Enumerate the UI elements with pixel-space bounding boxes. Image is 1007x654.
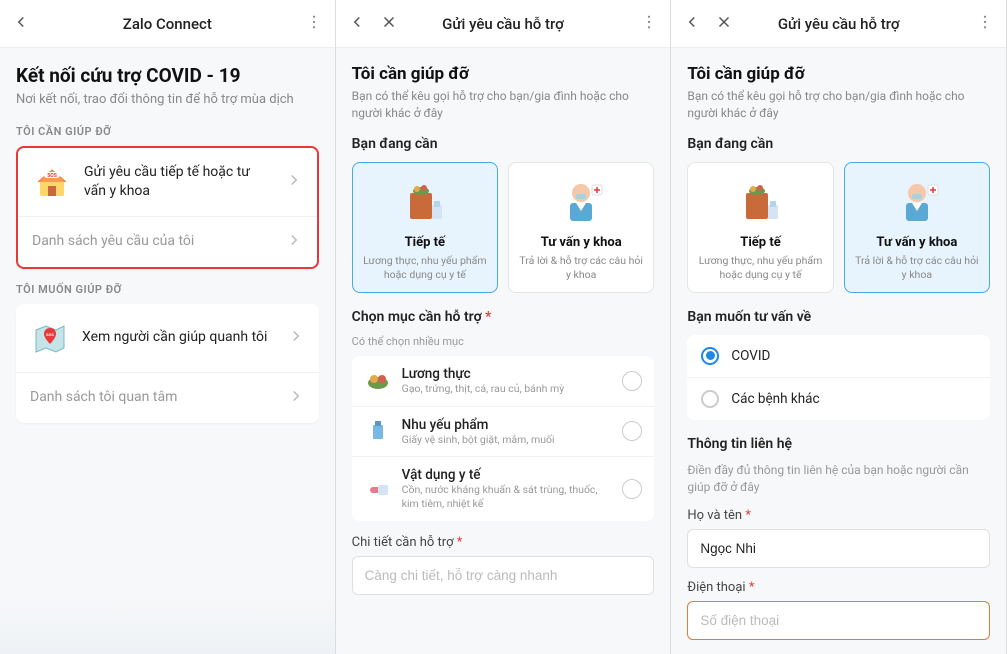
- food-icon: [364, 367, 392, 395]
- contact-label: Thông tin liên hệ: [687, 436, 990, 452]
- item-food[interactable]: Lương thực Gạo, trứng, thịt, cá, rau củ,…: [352, 356, 655, 407]
- checkbox-icon[interactable]: [622, 371, 642, 391]
- item-medical[interactable]: Vật dụng y tế Cồn, nước kháng khuẩn & sá…: [352, 457, 655, 520]
- content: Tôi cần giúp đỡ Bạn có thể kêu gọi hỗ tr…: [336, 48, 671, 654]
- screen-request-medical: Gửi yêu cầu hỗ trợ Tôi cần giúp đỡ Bạn c…: [671, 0, 1007, 654]
- name-label: Họ và tên *: [687, 508, 990, 523]
- topbar-title: Zalo Connect: [60, 15, 275, 33]
- medical-icon: [364, 475, 392, 503]
- radio-icon: [701, 347, 719, 365]
- svg-text:SOS: SOS: [46, 332, 54, 337]
- option-title: Tiếp tế: [361, 235, 489, 250]
- checkbox-icon[interactable]: [622, 421, 642, 441]
- select-label: Chọn mục cần hỗ trợ *: [352, 309, 655, 325]
- need-options: Tiếp tế Lương thực, nhu yếu phẩm hoặc dụ…: [687, 162, 990, 293]
- topbar: Zalo Connect: [0, 0, 335, 48]
- back-icon[interactable]: [12, 13, 30, 35]
- phone-label: Điện thoại *: [687, 580, 990, 595]
- option-title: Tư vấn y khoa: [517, 235, 645, 250]
- page-heading: Kết nối cứu trợ COVID - 19: [16, 64, 319, 87]
- need-label: Bạn đang cần: [352, 136, 655, 152]
- essentials-icon: [364, 417, 392, 445]
- row-text: Danh sách tôi quan tâm: [30, 388, 275, 408]
- need-label: Bạn đang cần: [687, 136, 990, 152]
- city-illustration: [0, 594, 335, 654]
- content: Kết nối cứu trợ COVID - 19 Nơi kết nối, …: [0, 48, 335, 594]
- option-title: Tiếp tế: [696, 235, 824, 250]
- sos-house-icon: SOS: [32, 162, 72, 202]
- row-text: Danh sách yêu cầu của tôi: [32, 232, 273, 252]
- supply-bag-icon: [400, 177, 450, 227]
- doctor-icon: [556, 177, 606, 227]
- select-sub: Có thể chọn nhiều mục: [352, 335, 655, 348]
- consult-label: Bạn muốn tư vấn về: [687, 309, 990, 325]
- radio-icon: [701, 390, 719, 408]
- need-options: Tiếp tế Lương thực, nhu yếu phẩm hoặc dụ…: [352, 162, 655, 293]
- contact-sub: Điền đầy đủ thông tin liên hệ của bạn ho…: [687, 462, 990, 496]
- map-sos-icon: SOS: [30, 318, 70, 358]
- item-desc: Cồn, nước kháng khuẩn & sát trùng, thuốc…: [402, 483, 613, 510]
- item-desc: Giấy vệ sinh, bột giặt, mắm, muối: [402, 433, 613, 447]
- send-request-row[interactable]: SOS Gửi yêu cầu tiếp tế hoặc tư vấn y kh…: [18, 148, 317, 217]
- more-icon[interactable]: [305, 13, 323, 35]
- radio-label: COVID: [731, 348, 770, 364]
- option-desc: Lương thực, nhu yếu phẩm hoặc dụng cụ y …: [696, 254, 824, 282]
- my-interest-row[interactable]: Danh sách tôi quan tâm: [16, 373, 319, 423]
- name-input[interactable]: [687, 529, 990, 568]
- screen-request-supply: Gửi yêu cầu hỗ trợ Tôi cần giúp đỡ Bạn c…: [336, 0, 672, 654]
- chevron-right-icon: [287, 387, 305, 409]
- option-medical[interactable]: Tư vấn y khoa Trả lời & hỗ trợ các câu h…: [508, 162, 654, 293]
- consult-options: COVID Các bệnh khác: [687, 335, 990, 420]
- topbar: Gửi yêu cầu hỗ trợ: [671, 0, 1006, 48]
- back-icon[interactable]: [683, 13, 701, 35]
- want-help-card: SOS Xem người cần giúp quanh tôi Danh sá…: [16, 304, 319, 423]
- detail-input[interactable]: [352, 556, 655, 595]
- chevron-right-icon: [285, 231, 303, 253]
- view-nearby-row[interactable]: SOS Xem người cần giúp quanh tôi: [16, 304, 319, 373]
- need-help-card: SOS Gửi yêu cầu tiếp tế hoặc tư vấn y kh…: [16, 146, 319, 269]
- more-icon[interactable]: [640, 13, 658, 35]
- svg-text:SOS: SOS: [47, 173, 57, 179]
- item-desc: Gạo, trứng, thịt, cá, rau củ, bánh mỳ: [402, 382, 613, 396]
- item-title: Lương thực: [402, 366, 613, 382]
- phone-input[interactable]: [687, 601, 990, 640]
- radio-label: Các bệnh khác: [731, 391, 819, 407]
- topbar-title: Gửi yêu cầu hỗ trợ: [731, 15, 946, 33]
- page-subtitle: Bạn có thể kêu gọi hỗ trợ cho bạn/gia đì…: [352, 88, 655, 122]
- topbar-title: Gửi yêu cầu hỗ trợ: [396, 15, 611, 33]
- item-title: Vật dụng y tế: [402, 467, 613, 483]
- option-desc: Lương thực, nhu yếu phẩm hoặc dụng cụ y …: [361, 254, 489, 282]
- radio-covid[interactable]: COVID: [687, 335, 990, 378]
- item-essentials[interactable]: Nhu yếu phẩm Giấy vệ sinh, bột giặt, mắm…: [352, 407, 655, 458]
- screen-zalo-connect: Zalo Connect Kết nối cứu trợ COVID - 19 …: [0, 0, 336, 654]
- select-items: Lương thực Gạo, trứng, thịt, cá, rau củ,…: [352, 356, 655, 521]
- doctor-icon: [892, 177, 942, 227]
- detail-label: Chi tiết cần hỗ trợ *: [352, 535, 655, 550]
- chevron-right-icon: [287, 327, 305, 349]
- topbar: Gửi yêu cầu hỗ trợ: [336, 0, 671, 48]
- option-supply[interactable]: Tiếp tế Lương thực, nhu yếu phẩm hoặc dụ…: [352, 162, 498, 293]
- option-medical[interactable]: Tư vấn y khoa Trả lời & hỗ trợ các câu h…: [844, 162, 990, 293]
- content: Tôi cần giúp đỡ Bạn có thể kêu gọi hỗ tr…: [671, 48, 1006, 654]
- back-icon[interactable]: [348, 13, 366, 35]
- option-desc: Trả lời & hỗ trợ các câu hỏi y khoa: [853, 254, 981, 282]
- section-label-need: TÔI CẦN GIÚP ĐỠ: [16, 125, 319, 138]
- supply-bag-icon: [736, 177, 786, 227]
- page-subtitle: Nơi kết nối, trao đổi thông tin để hỗ tr…: [16, 91, 319, 109]
- row-text: Gửi yêu cầu tiếp tế hoặc tư vấn y khoa: [84, 163, 273, 202]
- page-subtitle: Bạn có thể kêu gọi hỗ trợ cho bạn/gia đì…: [687, 88, 990, 122]
- my-requests-row[interactable]: Danh sách yêu cầu của tôi: [18, 217, 317, 267]
- chevron-right-icon: [285, 171, 303, 193]
- section-label-want: TÔI MUỐN GIÚP ĐỠ: [16, 283, 319, 296]
- page-heading: Tôi cần giúp đỡ: [352, 64, 655, 84]
- option-supply[interactable]: Tiếp tế Lương thực, nhu yếu phẩm hoặc dụ…: [687, 162, 833, 293]
- radio-other[interactable]: Các bệnh khác: [687, 378, 990, 420]
- page-heading: Tôi cần giúp đỡ: [687, 64, 990, 84]
- option-title: Tư vấn y khoa: [853, 235, 981, 250]
- item-title: Nhu yếu phẩm: [402, 417, 613, 433]
- more-icon[interactable]: [976, 13, 994, 35]
- option-desc: Trả lời & hỗ trợ các câu hỏi y khoa: [517, 254, 645, 282]
- row-text: Xem người cần giúp quanh tôi: [82, 328, 275, 348]
- checkbox-icon[interactable]: [622, 479, 642, 499]
